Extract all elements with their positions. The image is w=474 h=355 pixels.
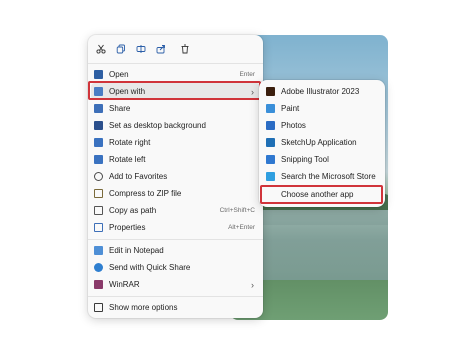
sketchup-icon [266, 138, 275, 147]
copy-icon[interactable] [114, 42, 128, 56]
menu-separator [88, 239, 263, 240]
menu-item-quick-share[interactable]: Send with Quick Share [91, 259, 260, 276]
properties-icon [94, 223, 103, 232]
chevron-right-icon: › [251, 279, 254, 290]
menu-item-label: WinRAR [109, 280, 140, 289]
menu-item-add-to-favorites[interactable]: Add to Favorites [91, 168, 260, 185]
menu-separator [88, 296, 263, 297]
menu-item-label: Compress to ZIP file [109, 189, 182, 198]
desktop-icon [94, 121, 103, 130]
quick-share-icon [94, 263, 103, 272]
submenu-item-photos[interactable]: Photos [263, 117, 381, 134]
menu-item-set-desktop-background[interactable]: Set as desktop background [91, 117, 260, 134]
winrar-icon [94, 280, 103, 289]
menu-item-copy-as-path[interactable]: Copy as path Ctrl+Shift+C [91, 202, 260, 219]
menu-item-compress-zip[interactable]: Compress to ZIP file [91, 185, 260, 202]
share-icon[interactable] [154, 42, 168, 56]
submenu-item-paint[interactable]: Paint [263, 100, 381, 117]
submenu-item-label: Paint [281, 104, 300, 113]
menu-item-shortcut: Ctrl+Shift+C [219, 207, 255, 214]
share-icon [94, 104, 103, 113]
submenu-item-label: Adobe Illustrator 2023 [281, 87, 360, 96]
menu-item-label: Rotate left [109, 155, 146, 164]
menu-item-properties[interactable]: Properties Alt+Enter [91, 219, 260, 236]
menu-item-shortcut: Alt+Enter [228, 224, 255, 231]
menu-item-label: Send with Quick Share [109, 263, 191, 272]
submenu-item-label: SketchUp Application [281, 138, 357, 147]
menu-item-rotate-left[interactable]: Rotate left [91, 151, 260, 168]
submenu-item-label: Snipping Tool [281, 155, 329, 164]
paint-icon [266, 104, 275, 113]
rename-icon[interactable] [134, 42, 148, 56]
notepad-icon [94, 246, 103, 255]
menu-item-label: Add to Favorites [109, 172, 168, 181]
image-icon [94, 70, 103, 79]
menu-item-label: Open [109, 70, 129, 79]
menu-item-label: Set as desktop background [109, 121, 206, 130]
menu-item-label: Edit in Notepad [109, 246, 164, 255]
submenu-item-label: Search the Microsoft Store [281, 172, 376, 181]
photos-icon [266, 121, 275, 130]
choose-another-app-highlight-box [260, 185, 383, 204]
menu-item-rotate-right[interactable]: Rotate right [91, 134, 260, 151]
star-icon [94, 172, 103, 181]
store-icon [266, 172, 275, 181]
menu-item-label: Share [109, 104, 131, 113]
zip-icon [94, 189, 103, 198]
menu-item-label: Rotate right [109, 138, 151, 147]
more-options-icon [94, 303, 103, 312]
submenu-item-illustrator[interactable]: Adobe Illustrator 2023 [263, 83, 381, 100]
trash-icon[interactable] [178, 42, 192, 56]
illustrator-icon [266, 87, 275, 96]
menu-item-label: Properties [109, 223, 146, 232]
menu-item-edit-in-notepad[interactable]: Edit in Notepad [91, 242, 260, 259]
path-icon [94, 206, 103, 215]
snipping-tool-icon [266, 155, 275, 164]
open-with-highlight-box [88, 81, 261, 100]
submenu-item-label: Photos [281, 121, 306, 130]
toolbar-separator [88, 63, 263, 64]
scissors-icon[interactable] [94, 42, 108, 56]
submenu-item-microsoft-store[interactable]: Search the Microsoft Store [263, 168, 381, 185]
context-menu: Open Enter Open with › Share Set as desk… [88, 35, 263, 318]
menu-item-show-more-options[interactable]: Show more options [91, 299, 260, 316]
context-menu-toolbar [88, 35, 263, 63]
menu-item-winrar[interactable]: WinRAR › [91, 276, 260, 293]
rotate-right-icon [94, 138, 103, 147]
menu-item-label: Copy as path [109, 206, 157, 215]
menu-item-share[interactable]: Share [91, 100, 260, 117]
menu-item-shortcut: Enter [239, 71, 255, 78]
menu-item-label: Show more options [109, 303, 178, 312]
rotate-left-icon [94, 155, 103, 164]
submenu-item-snipping-tool[interactable]: Snipping Tool [263, 151, 381, 168]
submenu-item-sketchup[interactable]: SketchUp Application [263, 134, 381, 151]
